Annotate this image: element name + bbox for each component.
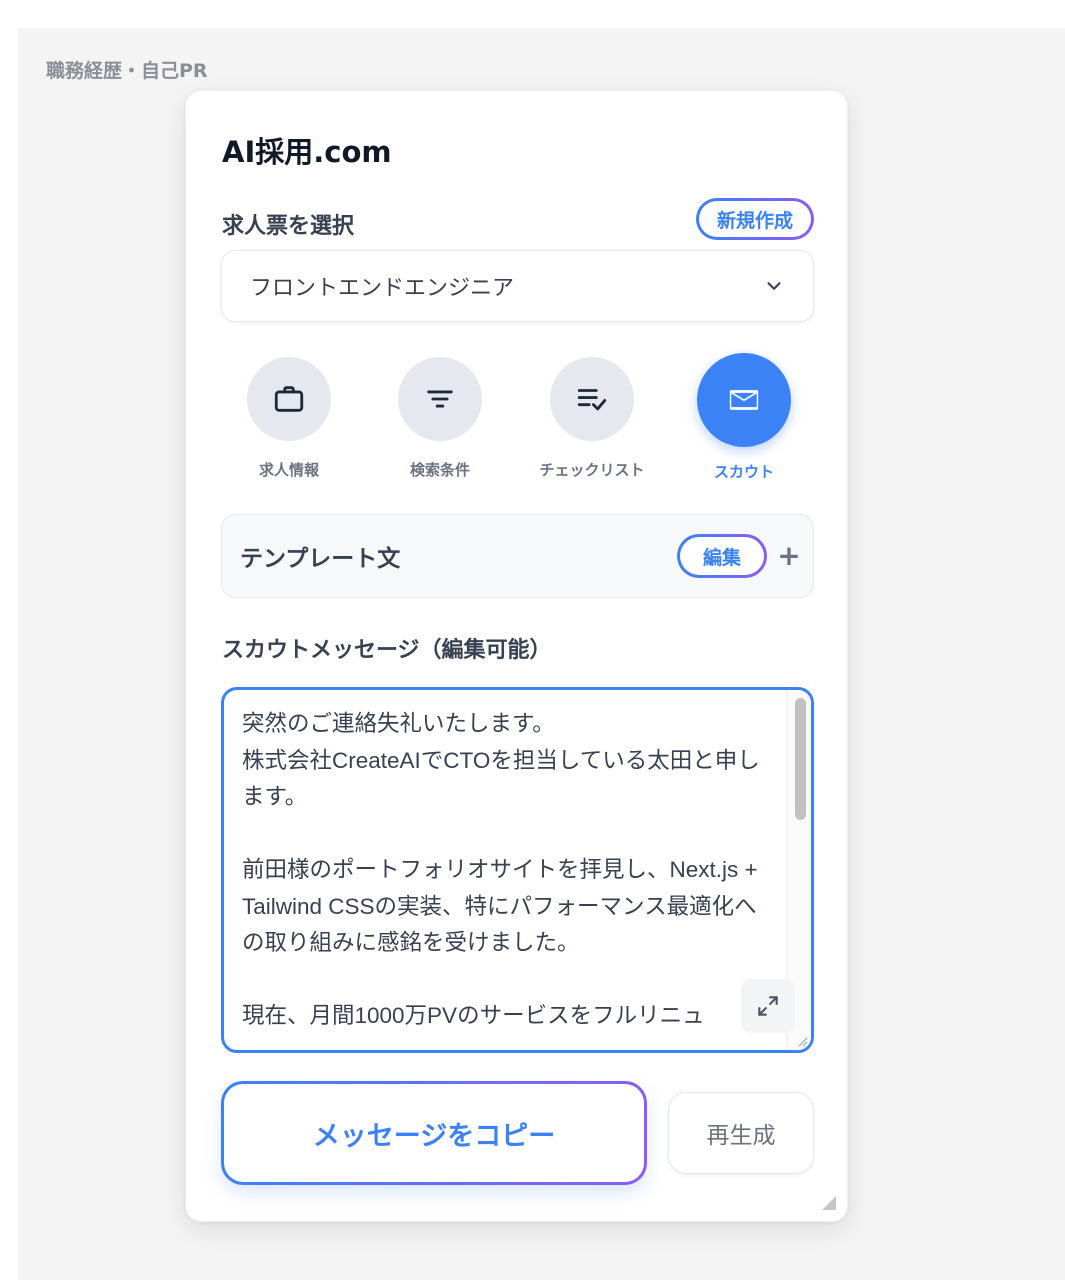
expand-icon (758, 996, 778, 1016)
regenerate-button[interactable]: 再生成 (668, 1092, 814, 1174)
panel-resize-grip-icon[interactable] (820, 1194, 836, 1210)
section-label-background: 職務経歴・自己PR (46, 60, 208, 82)
ai-recruit-panel: AI採用.com 求人票を選択 新規作成 フロントエンドエンジニア 求人情報 検… (185, 90, 848, 1222)
tab-icon-circle (247, 357, 331, 441)
new-job-button[interactable]: 新規作成 (696, 198, 814, 240)
copy-message-button-label: メッセージをコピー (224, 1084, 644, 1182)
chevron-down-icon (767, 282, 781, 290)
scrollbar-thumb[interactable] (795, 698, 806, 820)
resize-grip-icon[interactable] (796, 1035, 808, 1047)
tab-scout[interactable]: スカウト (674, 353, 814, 482)
job-select-value: フロントエンドエンジニア (250, 276, 515, 301)
scout-message-label: スカウトメッセージ（編集可能） (222, 638, 552, 663)
filter-icon (427, 390, 453, 408)
job-select-dropdown[interactable]: フロントエンドエンジニア (221, 250, 814, 322)
template-title: テンプレート文 (240, 546, 401, 572)
edit-template-button-label: 編集 (680, 537, 764, 575)
tab-label: 求人情報 (258, 461, 319, 479)
tab-icon-circle (550, 357, 634, 441)
new-job-button-label: 新規作成 (699, 201, 811, 237)
job-select-label: 求人票を選択 (222, 214, 355, 239)
expand-button[interactable] (741, 979, 795, 1033)
tab-job-info[interactable]: 求人情報 (219, 353, 359, 480)
checklist-icon (577, 389, 607, 411)
tab-label: チェックリスト (539, 461, 645, 479)
copy-message-button[interactable]: メッセージをコピー (221, 1081, 647, 1185)
tab-label: スカウト (713, 463, 774, 481)
tab-search-conditions[interactable]: 検索条件 (370, 353, 510, 480)
template-section: テンプレート文 編集 + (221, 514, 814, 598)
tab-checklist[interactable]: チェックリスト (522, 353, 662, 480)
add-template-button[interactable]: + (774, 541, 804, 571)
mail-icon (729, 390, 759, 410)
scout-message-textarea[interactable]: 突然のご連絡失礼いたします。 株式会社CreateAIでCTOを担当している太田… (221, 687, 814, 1053)
tab-icon-circle (697, 353, 791, 447)
app-title: AI採用.com (222, 135, 392, 169)
tab-label: 検索条件 (409, 461, 470, 479)
scout-message-text[interactable]: 突然のご連絡失礼いたします。 株式会社CreateAIでCTOを担当している太田… (242, 706, 772, 1035)
edit-template-button[interactable]: 編集 (677, 534, 767, 578)
tab-icon-circle (398, 357, 482, 441)
briefcase-icon (274, 386, 304, 412)
